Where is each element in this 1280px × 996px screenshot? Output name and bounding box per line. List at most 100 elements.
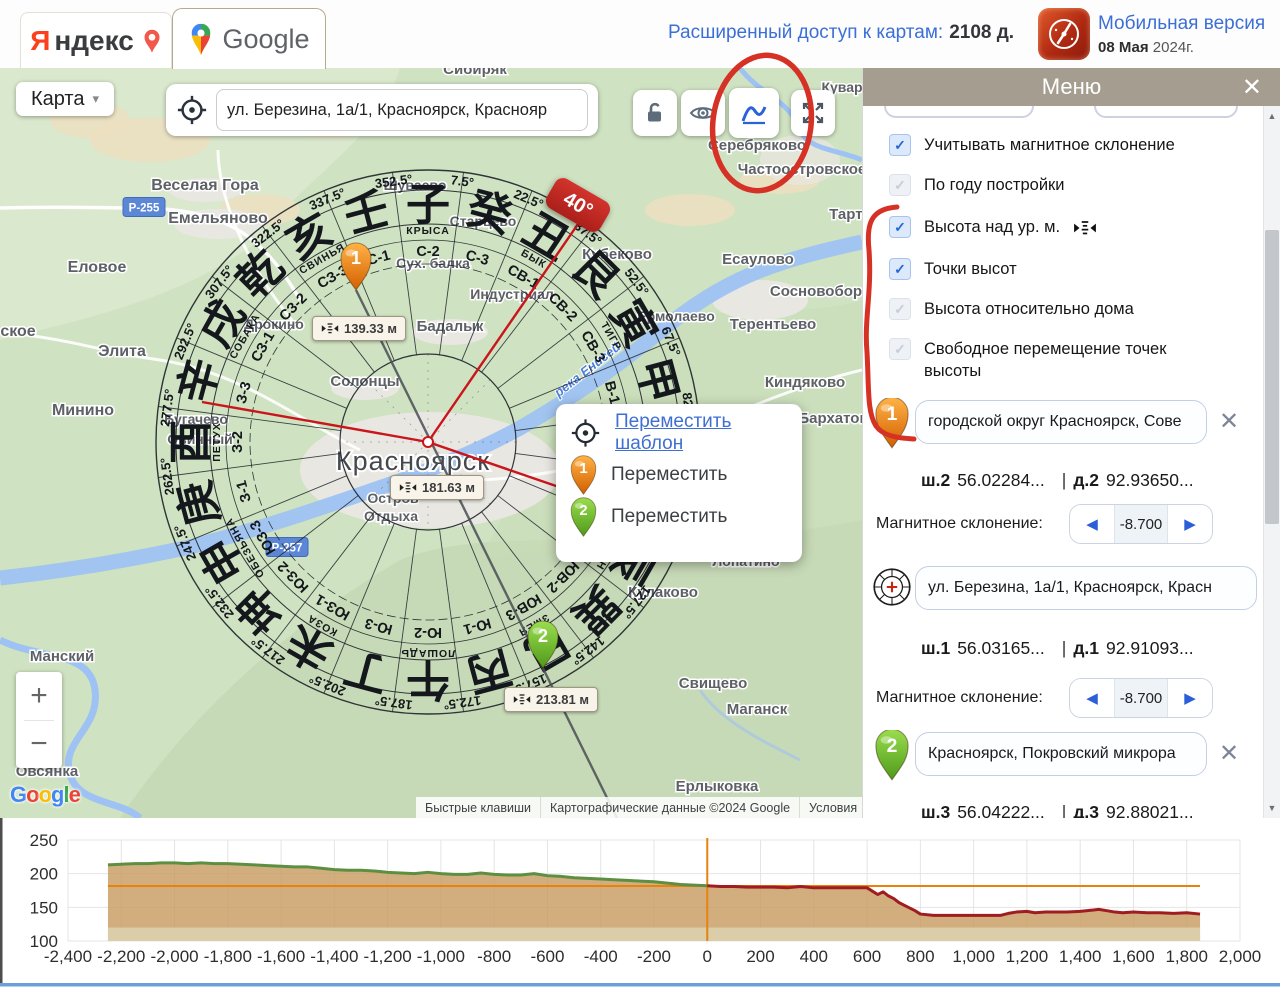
map-label: Бархатово <box>798 410 862 427</box>
bottom-divider <box>0 983 1280 987</box>
svg-text:1: 1 <box>887 404 898 425</box>
top-bar: Яндекс Google Расширенный доступ к карта… <box>0 0 1280 68</box>
map-type-dropdown[interactable]: Карта▾ <box>16 82 114 116</box>
declination-decrease-button[interactable]: ◀ <box>1070 505 1114 543</box>
extended-access-link[interactable]: Расширенный доступ к картам:2108 д. <box>668 22 1014 44</box>
fullscreen-icon <box>800 100 826 126</box>
marker-2-icon[interactable]: 2 <box>571 497 596 536</box>
map-label: Сибиряк <box>443 68 507 78</box>
elevation-badge-3: 213.81 м <box>504 687 598 712</box>
tab-google-map[interactable]: Google <box>172 8 326 69</box>
google-watermark: Google <box>10 782 80 808</box>
declination-increase-button[interactable]: ▶ <box>1168 679 1212 717</box>
visibility-button[interactable] <box>681 90 725 136</box>
svg-text:-600: -600 <box>530 947 564 966</box>
svg-text:-2,200: -2,200 <box>97 947 145 966</box>
svg-text:1: 1 <box>579 460 587 476</box>
template-target-icon <box>570 416 601 450</box>
checkbox-free-move-points[interactable]: ✓ Свободное перемещение точек высоты <box>889 338 1224 382</box>
elevation-profile-chart: -2,400-2,200-2,000-1,800-1,600-1,400-1,2… <box>0 818 1280 991</box>
svg-text:ЛОШАДЬ: ЛОШАДЬ <box>400 647 455 659</box>
declination-value[interactable]: -8.700 <box>1114 679 1168 717</box>
lock-open-icon <box>642 100 668 126</box>
search-input[interactable] <box>216 89 588 131</box>
declination-increase-button[interactable]: ▶ <box>1168 505 1212 543</box>
map-canvas[interactable]: СибирякКуварСеребряковоЧастоостровскоеТа… <box>0 68 862 818</box>
template-address-input[interactable] <box>915 566 1257 610</box>
zoom-in-button[interactable]: + <box>16 672 62 720</box>
scroll-down-icon[interactable]: ▼ <box>1264 803 1280 813</box>
svg-text:1,800: 1,800 <box>1165 947 1208 966</box>
template-declination-stepper: ◀ -8.700 ▶ <box>1069 678 1213 718</box>
point-2-remove-button[interactable]: ✕ <box>1215 740 1243 768</box>
map-label: Тарта <box>829 206 862 223</box>
svg-text:800: 800 <box>906 947 934 966</box>
svg-text:酉: 酉 <box>167 420 216 464</box>
menu-scrollbar[interactable]: ▲ ▼ <box>1263 106 1280 818</box>
date-label: 08 Мая 2024г. <box>1098 36 1265 60</box>
checkbox-unchecked-icon[interactable]: ✓ <box>889 338 911 360</box>
svg-text:-400: -400 <box>584 947 618 966</box>
zoom-out-button[interactable]: − <box>16 721 62 769</box>
height-scale-icon <box>399 481 417 494</box>
svg-text:-1,800: -1,800 <box>204 947 252 966</box>
address-search-bar <box>166 84 598 136</box>
side-menu: Меню ✕ ✓ Учитывать магнитное склонение ✓… <box>862 68 1280 818</box>
declination-label: Магнитное склонение: <box>876 678 1043 718</box>
template-center-point[interactable] <box>423 437 433 447</box>
declination-decrease-button[interactable]: ◀ <box>1070 679 1114 717</box>
scroll-up-icon[interactable]: ▲ <box>1264 111 1280 121</box>
svg-text:午: 午 <box>406 654 450 703</box>
point-1-remove-button[interactable]: ✕ <box>1215 408 1243 436</box>
checkbox-checked-icon[interactable]: ✓ <box>889 134 911 156</box>
fullscreen-button[interactable] <box>791 90 835 136</box>
checkbox-by-build-year[interactable]: ✓ По году постройки <box>889 174 1064 196</box>
svg-text:400: 400 <box>800 947 828 966</box>
svg-text:0: 0 <box>703 947 712 966</box>
point-1-address-input[interactable] <box>915 400 1207 444</box>
locate-target-icon[interactable] <box>176 94 208 126</box>
svg-text:ПЕТУХ: ПЕТУХ <box>211 422 223 462</box>
declination-value[interactable]: -8.700 <box>1114 505 1168 543</box>
marker-1-icon[interactable]: 1 <box>571 455 596 494</box>
checkbox-magnetic-declination[interactable]: ✓ Учитывать магнитное склонение <box>889 134 1175 156</box>
checkbox-unchecked-icon[interactable]: ✓ <box>889 298 911 320</box>
point-1-coordinates: ш.256.02284... | д.292.93650... <box>921 470 1194 491</box>
svg-text:-2,000: -2,000 <box>150 947 198 966</box>
height-scale-icon <box>321 322 339 335</box>
svg-text:1,200: 1,200 <box>1006 947 1049 966</box>
scrollbar-thumb[interactable] <box>1265 230 1279 524</box>
menu-header: Меню ✕ <box>863 68 1280 106</box>
marker-2-icon[interactable]: 2 <box>876 730 908 780</box>
lock-button[interactable] <box>633 90 677 136</box>
menu-close-button[interactable]: ✕ <box>1236 72 1268 103</box>
checkbox-height-relative-house[interactable]: ✓ Высота относительно дома <box>889 298 1134 320</box>
map-label: Минино <box>52 402 114 419</box>
menu-item-move-marker-2[interactable]: 2 Переместить <box>556 496 802 538</box>
map-attribution: Быстрые клавиши Картографические данные … <box>416 797 862 818</box>
map-label: Киндяково <box>765 374 845 391</box>
map-label: Манский <box>30 648 94 665</box>
point-2-address-input[interactable] <box>915 732 1207 776</box>
checkbox-height-points[interactable]: ✓ Точки высот <box>889 258 1017 280</box>
menu-item-move-marker-1[interactable]: 1 Переместить <box>556 454 802 496</box>
marker-1-icon[interactable]: 1 <box>876 398 908 448</box>
checkbox-unchecked-icon[interactable]: ✓ <box>889 174 911 196</box>
shortcuts-link[interactable]: Быстрые клавиши <box>416 801 540 815</box>
menu-item-move-template[interactable]: Переместить шаблон <box>556 412 802 454</box>
map-label: Красноярск <box>336 446 490 476</box>
svg-text:Р-255: Р-255 <box>129 203 160 215</box>
svg-text:З-2: З-2 <box>230 431 246 453</box>
svg-text:-1,200: -1,200 <box>364 947 412 966</box>
mobile-version-link[interactable]: Мобильная версия <box>1098 12 1265 36</box>
tab-yandex-map[interactable]: Яндекс <box>20 12 172 69</box>
template-coordinates: ш.156.03165... | д.192.91093... <box>921 638 1194 659</box>
map-label: Еловое <box>68 259 127 276</box>
map-label: Сосновобор <box>770 283 862 300</box>
svg-text:-200: -200 <box>637 947 671 966</box>
checkbox-checked-icon[interactable]: ✓ <box>889 258 911 280</box>
elevation-profile-button[interactable] <box>729 88 779 138</box>
terms-link[interactable]: Условия <box>800 801 862 815</box>
checkbox-height-above-sea[interactable]: ✓ Высота над ур. м. <box>889 216 1097 238</box>
checkbox-checked-icon[interactable]: ✓ <box>889 216 911 238</box>
